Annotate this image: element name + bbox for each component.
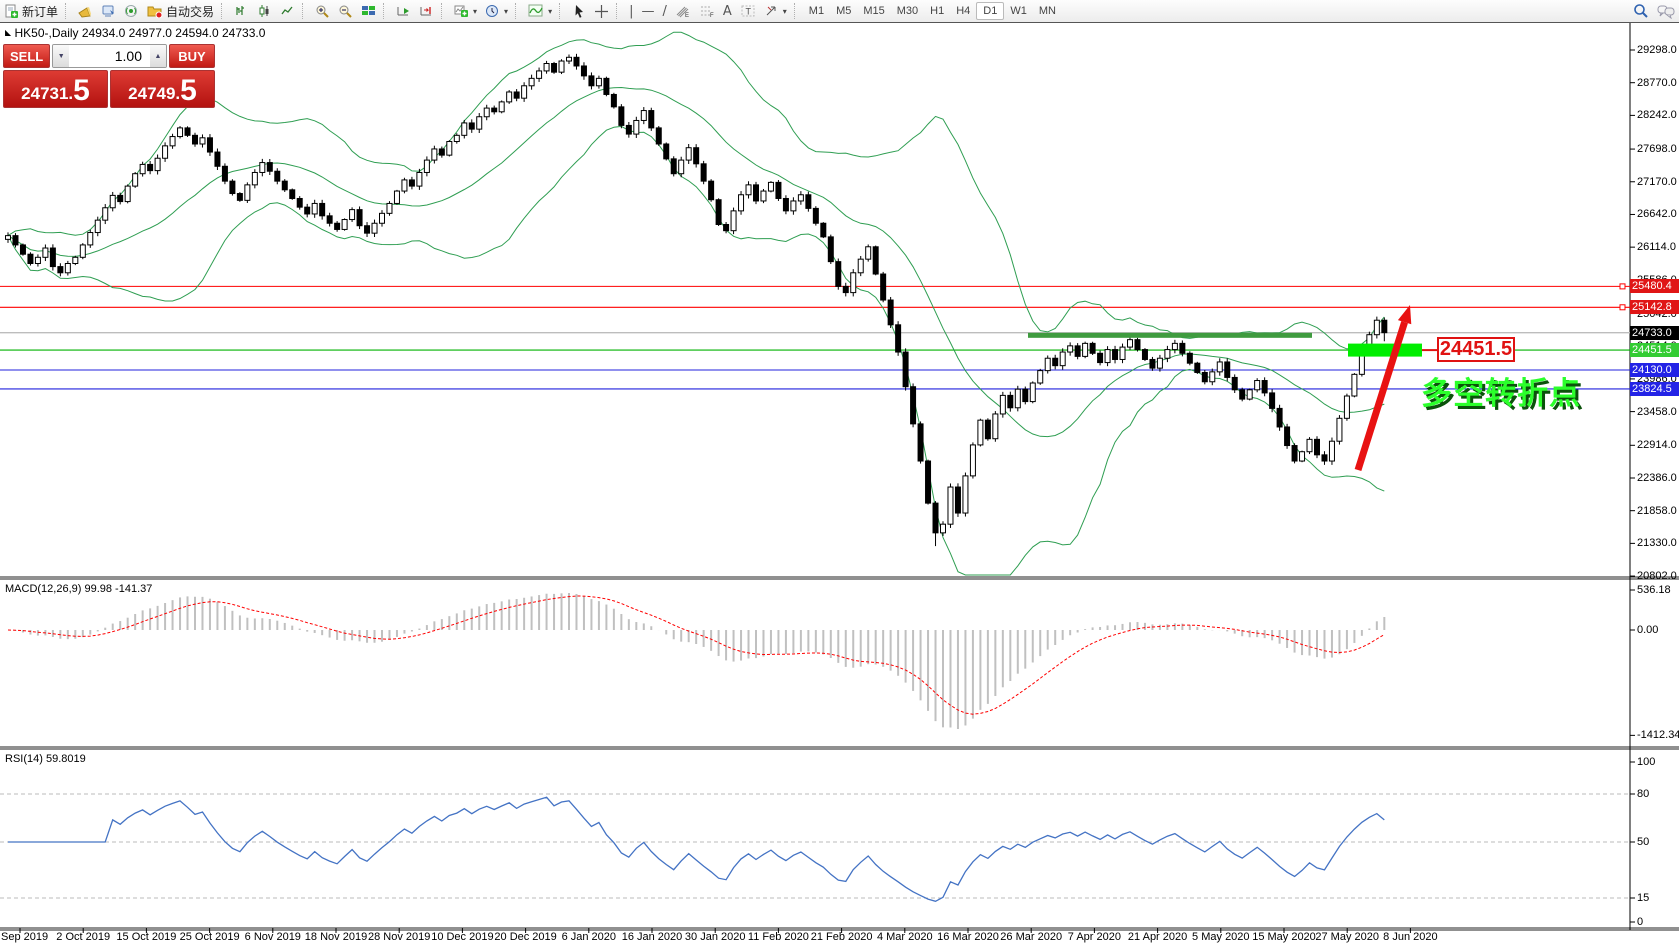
price-level-tag: 25142.8: [1630, 300, 1679, 314]
price-tick-label: 28770.0: [1637, 77, 1677, 89]
date-axis-label: 21 Feb 2020: [811, 931, 873, 943]
date-axis-label: 6 Jan 2020: [562, 931, 616, 943]
price-level-tag: 24130.0: [1630, 363, 1679, 377]
chart-header: ◣ HK50-,Daily 24934.0 24977.0 24594.0 24…: [5, 26, 265, 40]
sell-price-big-digit: 5: [73, 78, 90, 104]
price-tick-label: 27698.0: [1637, 143, 1677, 155]
date-axis-label: 16 Mar 2020: [937, 931, 999, 943]
rsi-axis-label: 100: [1637, 756, 1655, 768]
date-axis-label: 15 Oct 2019: [116, 931, 176, 943]
rsi-axis-label: 15: [1637, 892, 1649, 904]
chart-symbol-icon: ◣: [5, 28, 11, 37]
price-level-tag: 23824.5: [1630, 382, 1679, 396]
date-axis-label: 4 Mar 2020: [877, 931, 933, 943]
date-axis-label: 21 Apr 2020: [1128, 931, 1187, 943]
date-axis-label: 16 Jan 2020: [622, 931, 683, 943]
date-axis-label: 20 Dec 2019: [494, 931, 556, 943]
price-tick-label: 22914.0: [1637, 439, 1677, 451]
price-tick-label: 28242.0: [1637, 109, 1677, 121]
price-tick-label: 26114.0: [1637, 241, 1676, 253]
sell-price-display[interactable]: 24731. 5: [3, 70, 108, 108]
rsi-axis-label: 80: [1637, 788, 1649, 800]
volume-input[interactable]: [69, 45, 150, 67]
date-axis-label: 25 Oct 2019: [180, 931, 240, 943]
rsi-axis-label: 50: [1637, 836, 1649, 848]
price-tick-label: 26642.0: [1637, 208, 1677, 220]
date-axis-label: 9 Sep 2019: [0, 931, 48, 943]
date-axis-label: 28 Nov 2019: [368, 931, 430, 943]
sell-price-main: 24731.: [21, 84, 73, 104]
price-tick-label: 29298.0: [1637, 44, 1677, 56]
date-axis-label: 10 Dec 2019: [431, 931, 493, 943]
date-axis-label: 8 Jun 2020: [1383, 931, 1437, 943]
buy-button[interactable]: BUY: [169, 44, 215, 68]
price-tick-label: 20802.0: [1637, 570, 1677, 582]
volume-decrease-button[interactable]: ▼: [53, 45, 69, 67]
rsi-axis-label: 0: [1637, 916, 1643, 928]
date-axis-label: 6 Nov 2019: [245, 931, 301, 943]
date-axis-label: 30 Jan 2020: [685, 931, 746, 943]
buy-price-big-digit: 5: [180, 78, 197, 104]
chart-ohlc: 24934.0 24977.0 24594.0 24733.0: [82, 26, 266, 40]
price-tick-label: 21858.0: [1637, 505, 1677, 517]
mt4-terminal: { "toolbar": { "new_order_label": "新订单",…: [0, 0, 1679, 943]
price-tick-label: 23458.0: [1637, 406, 1677, 418]
volume-increase-button[interactable]: ▲: [150, 45, 166, 67]
price-annotation-tag[interactable]: 24451.5: [1437, 337, 1515, 362]
date-axis-label: 5 May 2020: [1192, 931, 1249, 943]
one-click-trading-panel: SELL ▼ ▲ BUY 24731. 5 24749. 5: [3, 44, 215, 108]
macd-axis-label: 0.00: [1637, 624, 1658, 636]
macd-label: MACD(12,26,9) 99.98 -141.37: [5, 583, 152, 595]
price-tick-label: 27170.0: [1637, 176, 1677, 188]
macd-axis-label: 536.18: [1637, 584, 1671, 596]
price-tick-label: 21330.0: [1637, 537, 1677, 549]
macd-axis-label: -1412.34: [1637, 729, 1679, 741]
volume-stepper: ▼ ▲: [52, 44, 167, 68]
date-axis-label: 11 Feb 2020: [748, 931, 809, 943]
buy-price-display[interactable]: 24749. 5: [110, 70, 215, 108]
buy-price-main: 24749.: [128, 84, 180, 104]
chart-symbol: HK50-,Daily: [15, 26, 79, 40]
chart-canvas[interactable]: [0, 0, 1679, 943]
price-level-tag: 24451.5: [1630, 343, 1679, 357]
date-axis-label: 18 Nov 2019: [305, 931, 367, 943]
rsi-label: RSI(14) 59.8019: [5, 753, 86, 765]
price-tick-label: 22386.0: [1637, 472, 1677, 484]
turning-point-annotation[interactable]: 多空转折点: [1421, 368, 1581, 413]
price-level-tag: 24733.0: [1630, 326, 1679, 340]
date-axis-label: 2 Oct 2019: [56, 931, 110, 943]
date-axis-label: 27 May 2020: [1315, 931, 1379, 943]
price-level-tag: 25480.4: [1630, 279, 1679, 293]
sell-button[interactable]: SELL: [3, 44, 50, 68]
date-axis-label: 26 Mar 2020: [1000, 931, 1062, 943]
date-axis-label: 15 May 2020: [1252, 931, 1316, 943]
date-axis-label: 7 Apr 2020: [1068, 931, 1121, 943]
